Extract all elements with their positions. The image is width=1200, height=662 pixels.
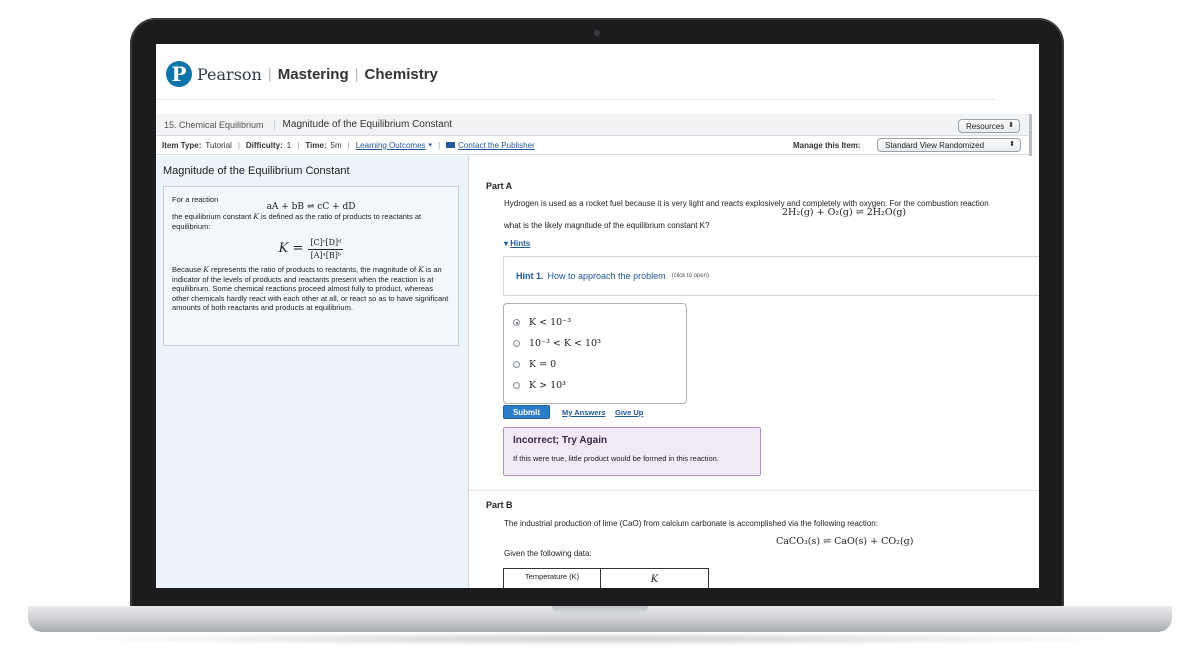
laptop-screen: P Pearson | Mastering | Chemistry 15. Ch… [156,44,1039,588]
because-pre: Because [172,265,204,274]
k-expression: K = [C]ᶜ[D]ᵈ [A]ᵃ[B]ᵇ [172,238,450,260]
info-separator: | [438,140,441,150]
camera-dot [594,30,600,36]
pearson-logo-icon: P [166,61,192,87]
header-divider [156,99,996,100]
hint-title[interactable]: How to approach the problem [548,271,666,281]
choice-label: K < 10⁻³ [529,317,572,328]
given-data-text: Given the following data: [504,549,592,558]
breadcrumb-chapter[interactable]: 15. Chemical Equilibrium [164,119,275,130]
time-value: 5m [330,140,342,150]
definition-text: the equilibrium constant K is defined as… [172,212,450,231]
select-arrows-icon: ⬍ [1009,141,1015,148]
hint-open-text: (click to open) [671,273,709,279]
laptop-shadow [60,632,1140,646]
info-separator: | [347,140,350,150]
part-a-question-1: Hydrogen is used as a rocket fuel becaus… [504,199,989,208]
submit-button[interactable]: Submit [503,405,550,419]
brand-divider: | [267,65,272,83]
intro-title: Magnitude of the Equilibrium Constant [163,165,350,177]
give-up-link[interactable]: Give Up [615,408,643,417]
info-separator: | [237,140,240,150]
part-a-label: Part A [486,181,513,191]
definition-pre: the equilibrium constant [172,212,254,221]
product-name-1: Mastering [277,65,349,83]
hints-toggle-label: Hints [510,239,531,248]
intro-box: For a reaction aA + bB ⇌ cC + dD the equ… [163,186,459,346]
choice-k-greater-than-10-3[interactable]: K > 10³ [504,375,686,396]
hints-toggle[interactable]: ▾ Hints [504,239,530,248]
resources-select-label: Resources [966,121,1005,131]
resources-select[interactable]: Resources ⬍ [958,119,1020,133]
radio-button-selected[interactable] [513,319,520,326]
breadcrumb-item: Magnitude of the Equilibrium Constant [282,119,453,130]
product-name-2: Chemistry [364,65,438,83]
item-type-value: Tutorial [205,140,232,150]
part-b-label: Part B [486,500,513,510]
calcination-equation: CaCO₃(s) ⇌ CaO(s) + CO₂(g) [776,536,914,547]
laptop-base-notch [552,606,648,614]
choice-label: 10⁻³ < K < 10³ [529,338,601,349]
radio-button[interactable] [513,382,520,389]
part-a-question-2: what is the likely magnitude of the equi… [504,221,710,230]
explanation-text: Because K represents the ratio of produc… [172,265,450,313]
select-arrows-icon: ⬍ [1008,122,1014,129]
radio-button[interactable] [513,340,520,347]
dropdown-caret-icon[interactable]: ▾ [429,141,433,149]
choice-k-less-than-10-minus-3[interactable]: K < 10⁻³ [504,312,686,333]
manage-item-label: Manage this Item: [793,141,861,150]
choice-label: K > 10³ [529,380,566,391]
difficulty-value: 1 [286,140,292,150]
because-mid: represents the ratio of products to reac… [208,265,419,274]
brand-divider: | [354,65,359,83]
feedback-text: If this were true, little product would … [513,454,719,463]
intro-panel: Magnitude of the Equilibrium Constant Fo… [156,156,469,588]
view-mode-select-label: Standard View Randomized [885,140,985,150]
brand-name: Pearson [197,64,262,84]
my-answers-link[interactable]: My Answers [562,408,606,417]
data-table: Temperature (K) K [503,568,709,588]
question-panel: Part A Hydrogen is used as a rocket fuel… [469,156,1039,588]
part-divider [469,490,1039,491]
choice-k-between[interactable]: 10⁻³ < K < 10³ [504,333,686,354]
learning-outcomes-link[interactable]: Learning Outcomes [356,141,426,150]
item-info-bar: Item Type: Tutorial | Difficulty: 1 | Ti… [156,136,1029,155]
k-expression-fraction: [C]ᶜ[D]ᵈ [A]ᵃ[B]ᵇ [308,238,344,260]
radio-button[interactable] [513,361,520,368]
hint-number: Hint 1. [516,271,544,281]
table-header-k: K [650,574,659,585]
combustion-equation: 2H₂(g) + O₂(g) ⇌ 2H₂O(g) [782,207,907,218]
k-expression-lhs: K = [278,241,304,257]
choice-k-equals-zero[interactable]: K = 0 [504,354,686,375]
difficulty-label: Difficulty: [245,140,283,150]
time-label: Time: [305,140,327,150]
info-separator: | [297,140,300,150]
choice-label: K = 0 [529,359,557,370]
feedback-title: Incorrect; Try Again [513,435,608,446]
breadcrumb: 15. Chemical Equilibrium Magnitude of th… [156,114,1029,136]
table-header-temperature: Temperature (K) [504,569,601,588]
item-type-label: Item Type: [162,140,202,150]
answer-choices: K < 10⁻³ 10⁻³ < K < 10³ K = 0 K > 10³ [503,303,687,404]
contact-publisher-link[interactable]: Contact the Publisher [458,141,535,150]
k-denominator: [A]ᵃ[B]ᵇ [310,250,342,260]
part-b-question: The industrial production of lime (CaO) … [504,519,878,528]
k-numerator: [C]ᶜ[D]ᵈ [308,238,344,250]
view-mode-select[interactable]: Standard View Randomized ⬍ [877,138,1021,152]
feedback-box: Incorrect; Try Again If this were true, … [503,427,761,476]
hint-1-box[interactable]: Hint 1. How to approach the problem (cli… [503,256,1039,296]
envelope-icon [446,142,456,148]
brand-header: P Pearson | Mastering | Chemistry [166,58,438,90]
